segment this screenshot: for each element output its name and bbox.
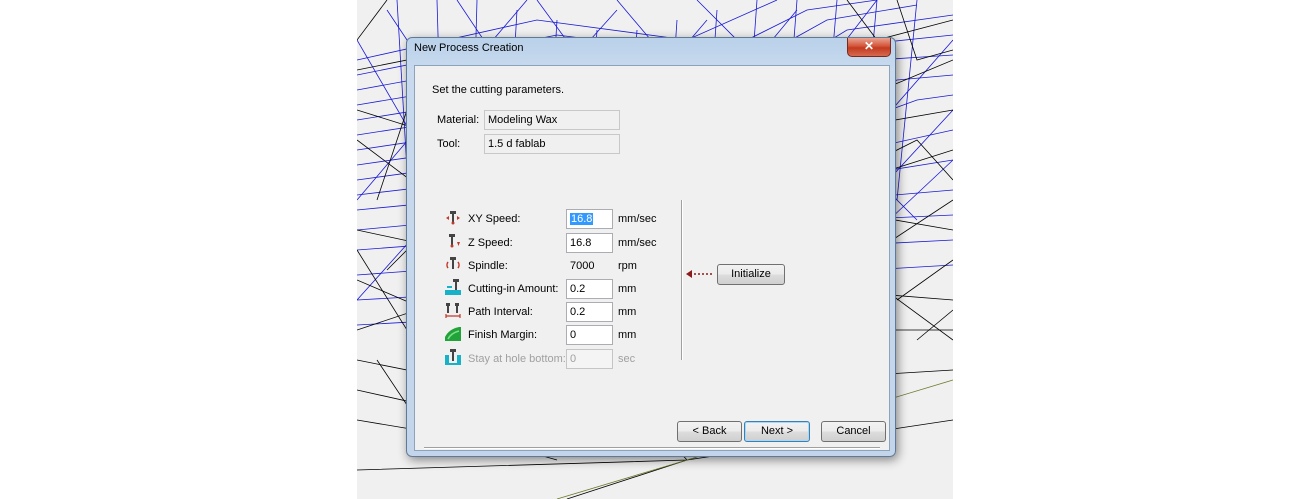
dialog-client-area: Set the cutting parameters. Material: Mo… xyxy=(414,65,890,451)
tool-label: Tool: xyxy=(437,138,461,150)
path-interval-icon xyxy=(445,303,461,318)
spindle-value: 7000 xyxy=(566,256,613,276)
xy-speed-label: XY Speed: xyxy=(468,213,521,225)
tool-value: 1.5 d fablab xyxy=(484,134,620,154)
stay-at-hole-bottom-label: Stay at hole bottom: xyxy=(468,353,566,365)
spindle-icon xyxy=(446,257,460,269)
xy-speed-unit: mm/sec xyxy=(618,213,657,225)
bottom-separator xyxy=(424,447,880,449)
spindle-unit: rpm xyxy=(618,260,637,272)
cutting-in-amount-input[interactable]: 0.2 xyxy=(566,279,613,299)
stay-at-hole-bottom-input: 0 xyxy=(566,349,613,369)
finish-margin-unit: mm xyxy=(618,329,637,341)
vertical-separator xyxy=(681,200,683,360)
spindle-label: Spindle: xyxy=(468,260,508,272)
z-speed-unit: mm/sec xyxy=(618,237,657,249)
z-speed-input[interactable]: 16.8 xyxy=(566,233,613,253)
next-button[interactable]: Next > xyxy=(744,421,810,442)
xy-speed-icon xyxy=(446,211,460,225)
back-button[interactable]: < Back xyxy=(677,421,742,442)
cutting-in-amount-label: Cutting-in Amount: xyxy=(468,283,559,295)
dialog-title: New Process Creation xyxy=(414,42,524,54)
dialog-titlebar[interactable]: New Process Creation ✕ xyxy=(407,38,895,60)
material-label: Material: xyxy=(437,114,480,126)
cancel-button[interactable]: Cancel xyxy=(821,421,886,442)
initialize-button[interactable]: Initialize xyxy=(717,264,785,285)
finish-margin-label: Finish Margin: xyxy=(468,329,538,341)
finish-margin-icon xyxy=(445,327,461,341)
cutting-in-amount-unit: mm xyxy=(618,283,637,295)
path-interval-input[interactable]: 0.2 xyxy=(566,302,613,322)
xy-speed-input[interactable]: 16.8 xyxy=(566,209,613,229)
z-speed-icon xyxy=(449,234,460,248)
path-interval-label: Path Interval: xyxy=(468,306,533,318)
arrow-left-icon xyxy=(686,270,714,278)
path-interval-unit: mm xyxy=(618,306,637,318)
xy-speed-value: 16.8 xyxy=(570,213,594,225)
close-button[interactable]: ✕ xyxy=(847,38,891,57)
close-icon: ✕ xyxy=(863,39,875,53)
material-value: Modeling Wax xyxy=(484,110,620,130)
new-process-creation-dialog: New Process Creation ✕ Set the cutting p… xyxy=(406,37,896,457)
finish-margin-input[interactable]: 0 xyxy=(566,325,613,345)
instruction-text: Set the cutting parameters. xyxy=(432,84,565,96)
cutting-in-amount-icon xyxy=(445,279,461,295)
stay-at-hole-bottom-unit: sec xyxy=(618,353,636,365)
stay-at-hole-bottom-icon xyxy=(445,349,461,365)
z-speed-label: Z Speed: xyxy=(468,237,513,249)
